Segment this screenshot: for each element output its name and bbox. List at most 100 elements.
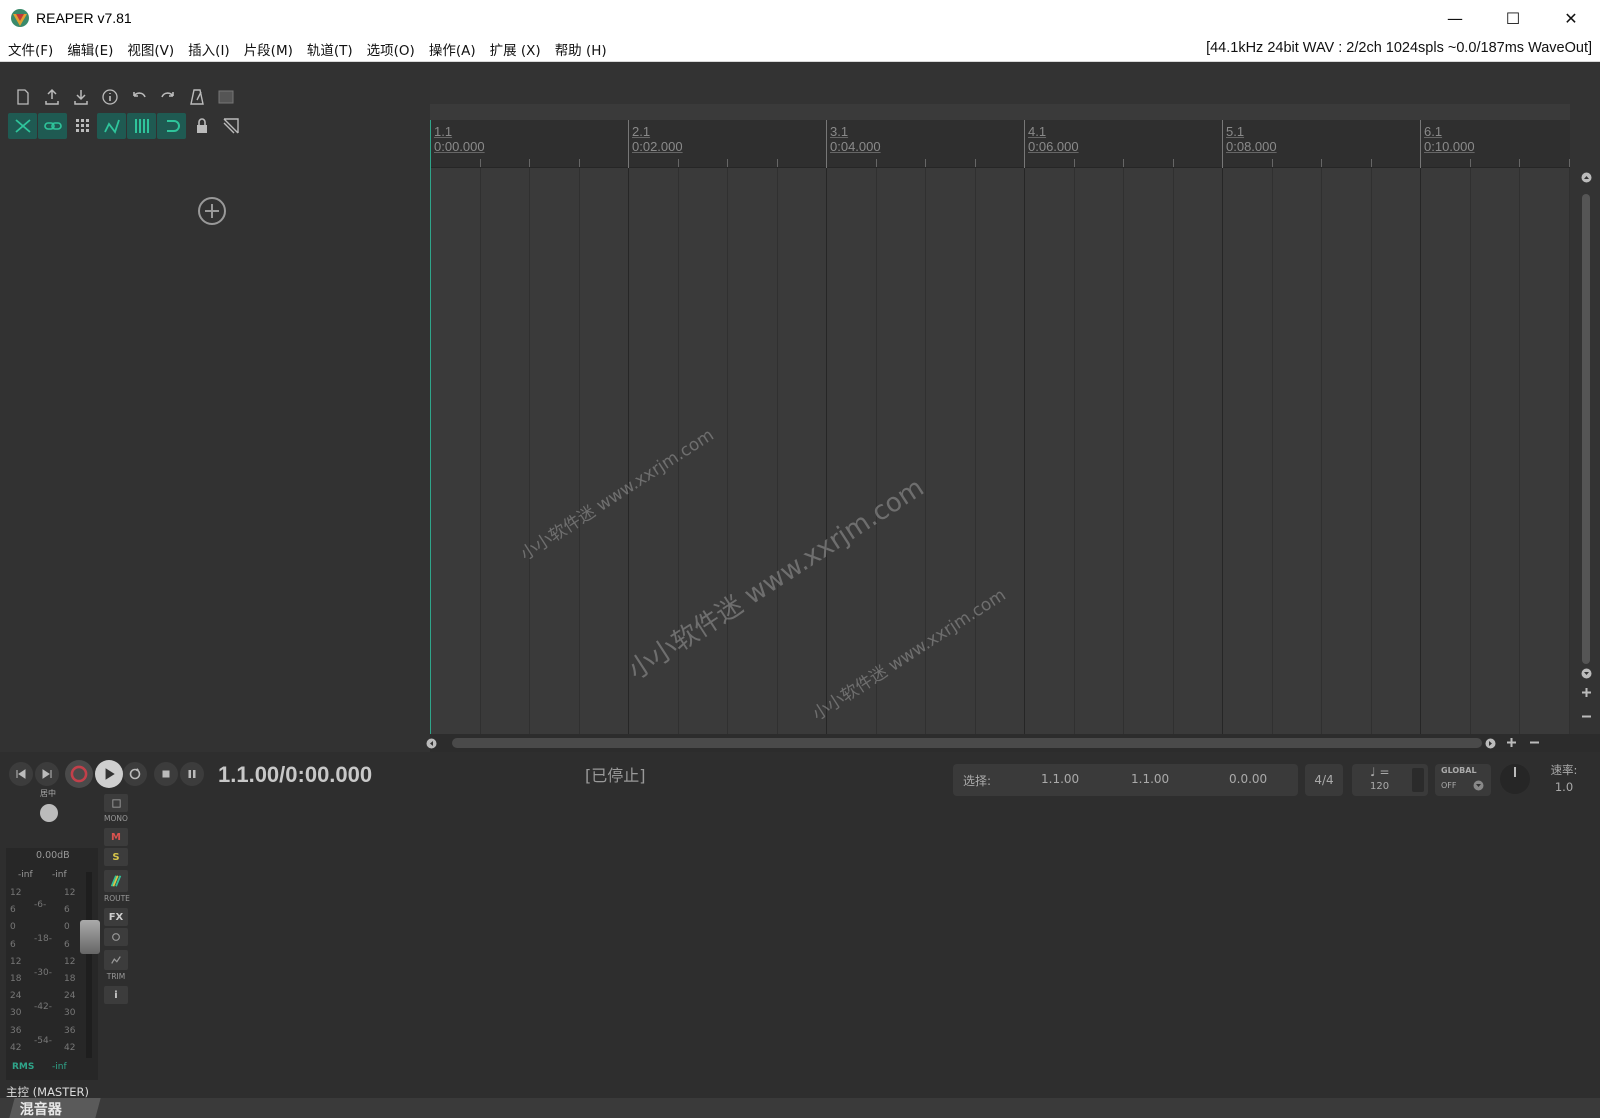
undo-button[interactable] <box>124 84 153 110</box>
menu-edit[interactable]: 编辑(E) <box>60 39 120 59</box>
ripple-edit-button[interactable] <box>97 113 126 139</box>
metronome-button[interactable] <box>182 84 211 110</box>
menu-file[interactable]: 文件(F) <box>0 39 60 59</box>
scroll-right-icon[interactable] <box>1485 738 1496 749</box>
route-button[interactable] <box>104 870 128 892</box>
selection-start[interactable]: 1.1.00 <box>1041 772 1079 786</box>
fx-bypass-button[interactable] <box>104 928 128 946</box>
selection-display[interactable]: 选择: 1.1.00 1.1.00 0.0.00 <box>953 764 1298 796</box>
vertical-scroll-thumb[interactable] <box>1582 194 1590 664</box>
reaper-app: REAPER v7.81 — ☐ ✕ 文件(F) 编辑(E) 视图(V) 插入(… <box>0 0 1600 1118</box>
repeat-button[interactable] <box>123 762 147 786</box>
solo-button[interactable]: S <box>104 848 128 866</box>
meter-scale-label: 24 <box>64 991 76 1002</box>
vertical-scrollbar[interactable] <box>1576 172 1596 748</box>
scroll-up-icon[interactable] <box>1581 172 1592 183</box>
save-project-button[interactable] <box>66 84 95 110</box>
ruler-time-label: 0:06.000 <box>1028 139 1079 154</box>
play-button[interactable] <box>95 760 123 788</box>
new-project-button[interactable] <box>8 84 37 110</box>
mono-label: MONO <box>104 814 128 823</box>
selection-end[interactable]: 1.1.00 <box>1131 772 1169 786</box>
grid-toggle-button[interactable] <box>211 84 240 110</box>
go-to-start-button[interactable] <box>9 762 33 786</box>
horizontal-scrollbar[interactable] <box>426 734 1600 752</box>
power-icon <box>112 933 120 941</box>
zoom-in-horizontal-icon[interactable] <box>1505 736 1518 749</box>
snap-button[interactable] <box>68 113 97 139</box>
mono-icon <box>111 798 121 808</box>
pan-knob[interactable] <box>40 804 58 822</box>
menu-actions[interactable]: 操作(A) <box>422 39 483 59</box>
menu-insert[interactable]: 插入(I) <box>181 39 237 59</box>
close-button[interactable]: ✕ <box>1542 0 1600 36</box>
arrange-view[interactable]: 1.1 0:00.000 2.1 0:02.000 3.1 0:04.000 4.1 0… <box>426 62 1600 752</box>
tempo-adjust-slider[interactable] <box>1412 768 1424 792</box>
fx-button[interactable]: FX <box>104 908 128 926</box>
open-project-button[interactable] <box>37 84 66 110</box>
track-control-panel[interactable] <box>0 62 430 752</box>
info-button[interactable]: i <box>104 986 128 1004</box>
playrate-knob[interactable] <box>1500 764 1530 794</box>
menu-options[interactable]: 选项(O) <box>360 39 422 59</box>
meter-scale-label: 24 <box>10 991 22 1002</box>
record-button[interactable] <box>65 760 93 788</box>
loop-points-button[interactable] <box>157 113 186 139</box>
track-lanes-area[interactable] <box>430 168 1570 734</box>
grid-line <box>876 168 877 734</box>
auto-crossfade-button[interactable] <box>8 113 37 139</box>
zoom-out-horizontal-icon[interactable] <box>1528 736 1541 749</box>
selection-length[interactable]: 0.0.00 <box>1229 772 1267 786</box>
ruler-tick <box>480 159 481 167</box>
timeline-ruler[interactable]: 1.1 0:00.000 2.1 0:02.000 3.1 0:04.000 4.1 0… <box>430 120 1570 168</box>
peak-right[interactable]: -inf <box>52 870 67 880</box>
mono-button[interactable] <box>104 794 128 812</box>
stop-button[interactable] <box>154 762 178 786</box>
ruler-bar-label: 2.1 <box>632 124 651 139</box>
meter-scale-label: 18 <box>64 974 76 984</box>
menu-track[interactable]: 轨道(T) <box>300 39 360 59</box>
loop-icon <box>129 768 141 780</box>
peak-left[interactable]: -inf <box>18 870 33 880</box>
play-state-display: [已停止] <box>585 766 646 785</box>
scroll-down-icon[interactable] <box>1581 668 1592 679</box>
scroll-left-icon[interactable] <box>426 738 437 749</box>
pause-button[interactable] <box>180 762 204 786</box>
tempo-value[interactable]: 120 <box>1370 781 1389 792</box>
mute-button[interactable]: M <box>104 828 128 846</box>
grid-lines-button[interactable] <box>127 113 156 139</box>
meter-scale-label: 42 <box>64 1042 76 1053</box>
redo-button[interactable] <box>153 84 182 110</box>
master-volume-fader[interactable] <box>80 920 100 954</box>
horizontal-scroll-thumb[interactable] <box>452 738 1482 748</box>
global-automation-button[interactable]: GLOBAL OFF <box>1435 764 1491 796</box>
lock-button[interactable] <box>187 113 216 139</box>
new-file-icon <box>16 89 29 105</box>
tempo-display[interactable]: ♩ = 120 <box>1352 764 1428 796</box>
master-volume-readout[interactable]: 0.00dB <box>36 850 70 861</box>
ruler-time-label: 0:10.000 <box>1424 139 1475 154</box>
menu-view[interactable]: 视图(V) <box>120 39 181 59</box>
envelope-points-button[interactable] <box>216 113 245 139</box>
add-track-icon[interactable] <box>197 196 227 226</box>
go-to-end-button[interactable] <box>35 762 59 786</box>
item-grouping-button[interactable] <box>38 113 67 139</box>
fader-track[interactable] <box>86 872 92 1058</box>
ruler-tick <box>1569 159 1570 167</box>
playrate-display[interactable]: 速率: 1.0 <box>1542 762 1586 794</box>
maximize-button[interactable]: ☐ <box>1484 0 1542 36</box>
menu-item[interactable]: 片段(M) <box>237 39 300 59</box>
menu-extensions[interactable]: 扩展 (X) <box>483 39 548 59</box>
minimize-button[interactable]: — <box>1426 0 1484 36</box>
time-position-display[interactable]: 1.1.00/0:00.000 <box>218 762 372 788</box>
project-settings-button[interactable] <box>95 84 124 110</box>
mixer-tab[interactable]: 混音器 <box>9 1098 101 1118</box>
zoom-out-vertical-icon[interactable] <box>1580 710 1593 723</box>
menu-bar: 文件(F) 编辑(E) 视图(V) 插入(I) 片段(M) 轨道(T) 选项(O… <box>0 36 1600 62</box>
menu-help[interactable]: 帮助 (H) <box>548 39 614 59</box>
time-signature-display[interactable]: 4/4 <box>1305 764 1343 796</box>
trim-button[interactable] <box>104 950 128 970</box>
ruler-region-lane[interactable] <box>430 104 1570 120</box>
zoom-in-vertical-icon[interactable] <box>1580 686 1593 699</box>
audio-device-status[interactable]: [44.1kHz 24bit WAV : 2/2ch 1024spls ~0.0… <box>1206 40 1592 56</box>
